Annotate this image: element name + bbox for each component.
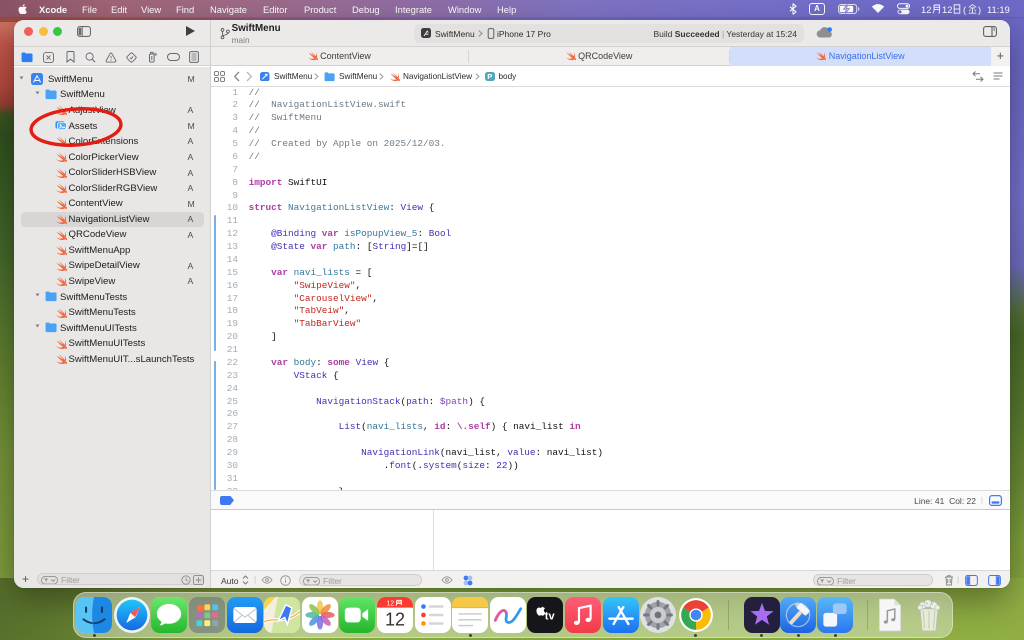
svg-text:12: 12: [386, 600, 394, 607]
svg-text:tv: tv: [545, 610, 556, 622]
svg-text:12: 12: [385, 609, 405, 629]
